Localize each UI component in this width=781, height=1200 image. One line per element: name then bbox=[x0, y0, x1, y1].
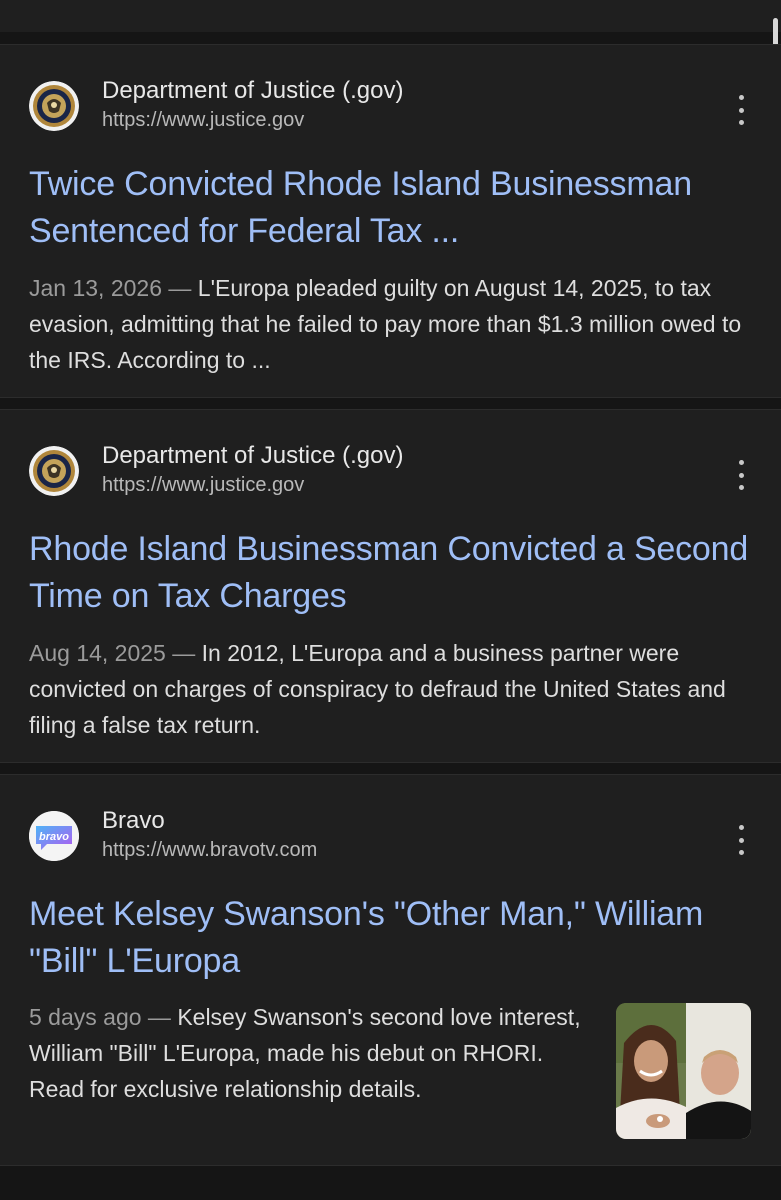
result-date: 5 days ago bbox=[29, 1004, 142, 1030]
date-separator: — bbox=[162, 275, 198, 301]
date-separator: — bbox=[165, 640, 202, 666]
site-url: https://www.bravotv.com bbox=[102, 839, 318, 861]
date-separator: — bbox=[141, 1004, 178, 1030]
result-source[interactable]: bravo Bravo https://www.bravotv.com bbox=[29, 807, 729, 863]
result-source[interactable]: Department of Justice (.gov) https://www… bbox=[29, 442, 729, 498]
site-name: Department of Justice (.gov) bbox=[102, 442, 404, 469]
search-results-page: Department of Justice (.gov) https://www… bbox=[0, 0, 781, 1200]
result-title-link[interactable]: Twice Convicted Rhode Island Businessman… bbox=[29, 161, 759, 255]
search-result: Department of Justice (.gov) https://www… bbox=[0, 44, 781, 398]
result-snippet: 5 days ago — Kelsey Swanson's second lov… bbox=[29, 999, 589, 1107]
doj-seal-icon bbox=[29, 446, 79, 496]
result-thumbnail[interactable] bbox=[616, 1003, 751, 1139]
result-date: Aug 14, 2025 bbox=[29, 640, 166, 666]
site-name: Department of Justice (.gov) bbox=[102, 77, 404, 104]
doj-seal-icon bbox=[29, 81, 79, 131]
more-options-icon[interactable] bbox=[729, 460, 753, 490]
site-url: https://www.justice.gov bbox=[102, 474, 305, 496]
more-options-icon[interactable] bbox=[729, 95, 753, 125]
bravo-logo-icon: bravo bbox=[29, 811, 79, 861]
bravo-logo-text: bravo bbox=[39, 831, 69, 843]
site-url: https://www.justice.gov bbox=[102, 109, 305, 131]
result-snippet: Aug 14, 2025 — In 2012, L'Europa and a b… bbox=[29, 635, 757, 743]
search-result: Department of Justice (.gov) https://www… bbox=[0, 409, 781, 763]
result-date: Jan 13, 2026 bbox=[29, 275, 163, 301]
more-options-icon[interactable] bbox=[729, 825, 753, 855]
result-snippet: Jan 13, 2026 — L'Europa pleaded guilty o… bbox=[29, 270, 757, 378]
previous-result-edge bbox=[0, 0, 781, 32]
result-source[interactable]: Department of Justice (.gov) https://www… bbox=[29, 77, 729, 133]
site-name: Bravo bbox=[102, 807, 165, 834]
result-title-link[interactable]: Rhode Island Businessman Convicted a Sec… bbox=[29, 526, 759, 620]
result-title-link[interactable]: Meet Kelsey Swanson's "Other Man," Willi… bbox=[29, 891, 759, 985]
search-result: bravo Bravo https://www.bravotv.com Meet… bbox=[0, 774, 781, 1166]
